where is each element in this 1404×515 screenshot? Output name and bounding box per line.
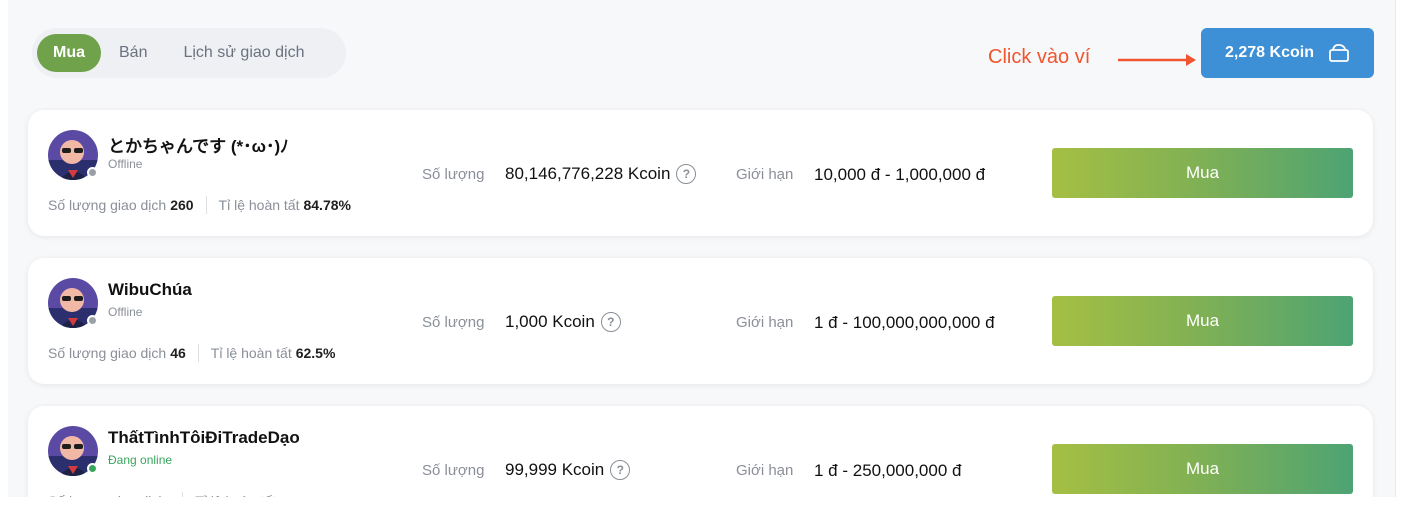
quantity-amount: 80,146,776,228 Kcoin bbox=[505, 164, 671, 183]
completion-label: Tỉ lệ hoàn tất bbox=[195, 493, 276, 497]
avatar bbox=[48, 426, 98, 476]
completion-rate: 84.78% bbox=[303, 197, 351, 213]
trades-label: Số lượng giao dịch bbox=[48, 493, 166, 497]
limit-value: 1 đ - 250,000,000 đ bbox=[814, 461, 962, 480]
seller-status: Offline bbox=[108, 157, 143, 171]
completion-label: Tỉ lệ hoàn tất bbox=[218, 197, 300, 213]
trades-label: Số lượng giao dịch bbox=[48, 345, 167, 361]
quantity-label: Số lượng bbox=[422, 314, 485, 331]
completion-label: Tỉ lệ hoàn tất bbox=[210, 345, 292, 361]
limit-value: 10,000 đ - 1,000,000 đ bbox=[814, 165, 986, 184]
quantity-amount: 1,000 Kcoin bbox=[505, 312, 595, 331]
buy-button[interactable]: Mua bbox=[1052, 148, 1353, 198]
limit-label: Giới hạn bbox=[736, 314, 794, 331]
quantity-value: 80,146,776,228 Kcoin ? bbox=[505, 164, 697, 184]
status-dot bbox=[87, 167, 98, 178]
limit-label: Giới hạn bbox=[736, 166, 794, 183]
divider bbox=[205, 196, 207, 214]
seller-name[interactable]: ThấtTìnhTôiĐiTradeDạo bbox=[108, 428, 300, 448]
help-icon[interactable]: ? bbox=[600, 312, 621, 332]
wallet-balance: 2,278 Kcoin bbox=[1225, 44, 1314, 61]
trades-label: Số lượng giao dịch bbox=[48, 197, 167, 213]
quantity-value: 1,000 Kcoin ? bbox=[505, 312, 621, 332]
trades-count: 46 bbox=[170, 345, 186, 361]
seller-stats: Số lượng giao dịch 260 Tỉ lệ hoàn tất 84… bbox=[48, 196, 351, 214]
seller-name[interactable]: とかちゃんです (*･ω･)ﾉ bbox=[108, 132, 289, 157]
avatar bbox=[48, 278, 98, 328]
annotation-text: Click vào ví bbox=[988, 46, 1091, 68]
seller-status: Offline bbox=[108, 305, 143, 319]
limit-label: Giới hạn bbox=[736, 462, 794, 479]
completion-rate: 62.5% bbox=[295, 345, 336, 361]
wallet-icon bbox=[1329, 43, 1349, 62]
avatar bbox=[48, 130, 98, 180]
seller-stats: Số lượng giao dịch 46 Tỉ lệ hoàn tất 62.… bbox=[48, 344, 335, 362]
help-icon[interactable]: ? bbox=[610, 460, 631, 480]
tab-history[interactable]: Lịch sử giao dịch bbox=[165, 34, 322, 72]
trade-tabs: Mua Bán Lịch sử giao dịch bbox=[32, 28, 346, 78]
tab-buy[interactable]: Mua bbox=[37, 34, 101, 72]
p2p-market-panel: Mua Bán Lịch sử giao dịch Click vào ví 2… bbox=[8, 0, 1396, 497]
wallet-button[interactable]: 2,278 Kcoin bbox=[1201, 28, 1374, 78]
divider bbox=[197, 344, 199, 362]
quantity-value: 99,999 Kcoin ? bbox=[505, 460, 631, 480]
quantity-label: Số lượng bbox=[422, 166, 485, 183]
status-dot bbox=[87, 315, 98, 326]
seller-card: WibuChúa Offline Số lượng giao dịch 46 T… bbox=[28, 258, 1373, 384]
annotation-arrow-icon bbox=[1118, 54, 1196, 66]
buy-button[interactable]: Mua bbox=[1052, 444, 1353, 494]
tab-sell[interactable]: Bán bbox=[101, 34, 165, 72]
trades-count: 260 bbox=[170, 197, 194, 213]
limit-value: 1 đ - 100,000,000,000 đ bbox=[814, 313, 995, 332]
status-dot bbox=[87, 463, 98, 474]
seller-card: ThấtTìnhTôiĐiTradeDạo Đang online Số lượ… bbox=[28, 406, 1373, 497]
quantity-amount: 99,999 Kcoin bbox=[505, 460, 605, 479]
buy-button[interactable]: Mua bbox=[1052, 296, 1353, 346]
seller-stats: Số lượng giao dịch Tỉ lệ hoàn tất bbox=[48, 492, 280, 497]
seller-card: とかちゃんです (*･ω･)ﾉ Offline Số lượng giao dị… bbox=[28, 110, 1373, 236]
help-icon[interactable]: ? bbox=[676, 164, 697, 184]
seller-status: Đang online bbox=[108, 453, 173, 467]
quantity-label: Số lượng bbox=[422, 462, 485, 479]
seller-name[interactable]: WibuChúa bbox=[108, 280, 192, 300]
divider bbox=[182, 492, 184, 497]
